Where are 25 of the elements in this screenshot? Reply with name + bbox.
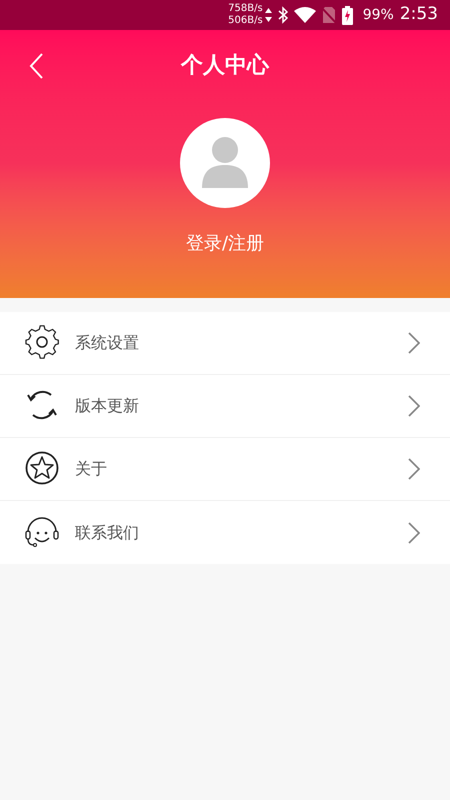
no-sim-icon [322, 6, 336, 24]
menu-item[interactable]: 关于 [0, 438, 450, 501]
battery-percentage: 99% [362, 6, 394, 24]
transfer-arrows-icon [264, 6, 272, 24]
menu-label: 系统设置 [75, 332, 140, 354]
chevron-right-icon [408, 395, 420, 417]
page-title: 个人中心 [181, 52, 269, 80]
menu-item[interactable]: 联系我们 [0, 501, 450, 564]
clock: 2:53 [400, 3, 438, 26]
upload-speed: 758B/s [228, 3, 263, 15]
battery-icon [342, 6, 353, 24]
download-speed: 506B/s [228, 15, 263, 27]
person-silhouette-icon [200, 134, 250, 188]
chevron-right-icon [408, 522, 420, 544]
gear-icon [25, 324, 61, 362]
menu-label: 版本更新 [75, 395, 140, 417]
back-icon [28, 52, 44, 80]
menu-label: 联系我们 [75, 522, 140, 544]
menu-item[interactable]: 版本更新 [0, 375, 450, 438]
bluetooth-icon [278, 6, 288, 24]
chevron-right-icon [408, 332, 420, 354]
menu-item[interactable]: 系统设置 [0, 312, 450, 375]
wifi-icon [294, 7, 316, 23]
menu-label: 关于 [75, 458, 108, 480]
chevron-right-icon [408, 458, 420, 480]
